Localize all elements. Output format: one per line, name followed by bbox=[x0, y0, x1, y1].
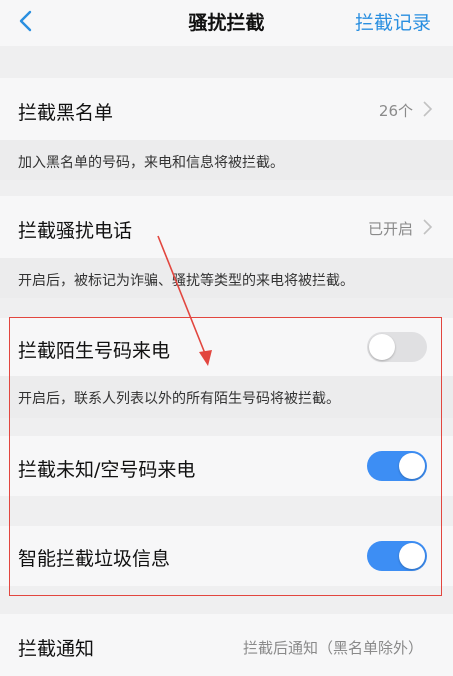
toggle-knob bbox=[399, 453, 425, 479]
notify-row[interactable]: 拦截通知 拦截后通知（黑名单除外） bbox=[0, 614, 453, 676]
stranger-call-desc-text: 开启后，联系人列表以外的所有陌生号码将被拦截。 bbox=[18, 391, 340, 407]
blacklist-desc: 加入黑名单的号码，来电和信息将被拦截。 bbox=[0, 140, 453, 180]
top-bar: 骚扰拦截 拦截记录 bbox=[0, 0, 453, 46]
spam-sms-toggle[interactable] bbox=[367, 541, 427, 571]
stranger-call-title: 拦截陌生号码来电 bbox=[18, 340, 171, 362]
harass-call-status: 已开启 bbox=[367, 220, 413, 238]
stranger-call-desc: 开启后，联系人列表以外的所有陌生号码将被拦截。 bbox=[0, 376, 453, 418]
unknown-call-title: 拦截未知/空号码来电 bbox=[18, 459, 196, 481]
chevron-right-icon bbox=[423, 101, 433, 117]
harass-call-desc-text: 开启后，被标记为诈骗、骚扰等类型的来电将被拦截。 bbox=[18, 273, 354, 289]
toggle-knob bbox=[399, 543, 425, 569]
toggle-knob bbox=[369, 334, 395, 360]
harass-call-row[interactable]: 拦截骚扰电话 已开启 bbox=[0, 196, 453, 258]
intercept-records-link[interactable]: 拦截记录 bbox=[355, 8, 431, 35]
spam-sms-title: 智能拦截垃圾信息 bbox=[18, 548, 171, 570]
blacklist-row[interactable]: 拦截黑名单 26个 bbox=[0, 78, 453, 140]
spam-sms-row: 智能拦截垃圾信息 bbox=[0, 526, 453, 586]
stranger-call-row: 拦截陌生号码来电 bbox=[0, 318, 453, 376]
blacklist-count: 26个 bbox=[378, 102, 413, 120]
notify-title: 拦截通知 bbox=[18, 638, 95, 660]
blacklist-desc-text: 加入黑名单的号码，来电和信息将被拦截。 bbox=[18, 155, 284, 171]
notify-value: 拦截后通知（黑名单除外） bbox=[242, 639, 423, 657]
unknown-call-row: 拦截未知/空号码来电 bbox=[0, 436, 453, 496]
unknown-call-toggle[interactable] bbox=[367, 451, 427, 481]
blacklist-title: 拦截黑名单 bbox=[18, 102, 114, 124]
harass-call-desc: 开启后，被标记为诈骗、骚扰等类型的来电将被拦截。 bbox=[0, 258, 453, 298]
chevron-right-icon bbox=[423, 219, 433, 235]
harass-call-title: 拦截骚扰电话 bbox=[18, 220, 133, 242]
stranger-call-toggle[interactable] bbox=[367, 332, 427, 362]
